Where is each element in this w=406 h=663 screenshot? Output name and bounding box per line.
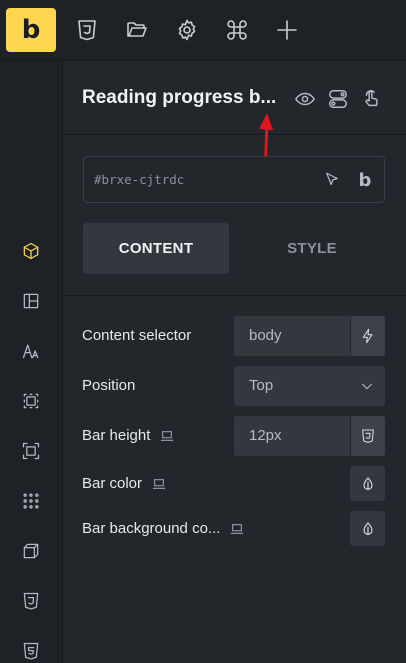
pointer-hand-icon[interactable] — [359, 87, 383, 111]
bar-background-color-label: Bar background co... — [82, 520, 244, 537]
position-select[interactable]: Top — [234, 366, 385, 406]
cursor-select-icon[interactable] — [322, 170, 342, 190]
lightning-icon[interactable] — [350, 316, 385, 356]
bar-color-label: Bar color — [82, 475, 166, 492]
color-drop-icon[interactable] — [350, 466, 385, 501]
panel-sidebar — [0, 61, 63, 663]
top-toolbar: b — [0, 0, 406, 61]
bricks-b-icon[interactable]: b — [355, 170, 375, 191]
tab-style[interactable]: STYLE — [239, 223, 385, 274]
gear-icon[interactable] — [174, 17, 200, 43]
content-selector-label: Content selector — [82, 327, 192, 344]
position-label: Position — [82, 377, 136, 394]
dimensions-icon[interactable] — [20, 440, 42, 462]
folder-open-icon[interactable] — [124, 17, 150, 43]
element-settings-panel: Reading progress b... #brxe-cjtrdc b CON… — [64, 61, 406, 663]
bar-height-input[interactable]: 12px — [234, 416, 385, 456]
laptop-icon[interactable] — [160, 429, 174, 443]
spacing-icon[interactable] — [20, 390, 42, 412]
css-id-field[interactable]: #brxe-cjtrdc b — [83, 156, 385, 203]
typography-icon[interactable] — [20, 340, 42, 362]
content-selector-value: body — [249, 327, 282, 344]
html5-icon[interactable] — [20, 640, 42, 662]
css3-icon[interactable] — [350, 416, 385, 456]
css3-icon[interactable] — [20, 590, 42, 612]
tab-content[interactable]: CONTENT — [83, 223, 229, 274]
logo-letter: b — [21, 15, 41, 45]
layout-icon[interactable] — [20, 290, 42, 312]
bar-height-value: 12px — [249, 427, 282, 444]
panel-header: Reading progress b... — [64, 61, 406, 135]
divider — [64, 295, 406, 296]
laptop-icon[interactable] — [152, 477, 166, 491]
chevron-down-icon — [359, 378, 375, 394]
command-icon[interactable] — [224, 17, 250, 43]
laptop-icon[interactable] — [230, 522, 244, 536]
box-3d-icon[interactable] — [20, 540, 42, 562]
logo-button[interactable]: b — [6, 8, 56, 52]
cube-icon[interactable] — [20, 240, 42, 262]
color-drop-icon[interactable] — [350, 511, 385, 546]
grid-dots-icon[interactable] — [20, 490, 42, 512]
css-id-text: #brxe-cjtrdc — [94, 172, 185, 187]
position-value: Top — [249, 377, 274, 394]
content-selector-input[interactable]: body — [234, 316, 385, 356]
element-title[interactable]: Reading progress b... — [82, 87, 276, 109]
bar-height-label: Bar height — [82, 427, 174, 444]
eye-icon[interactable] — [293, 87, 317, 111]
toggle-icon[interactable] — [326, 87, 350, 111]
css3-icon[interactable] — [74, 17, 100, 43]
plus-icon[interactable] — [274, 17, 300, 43]
